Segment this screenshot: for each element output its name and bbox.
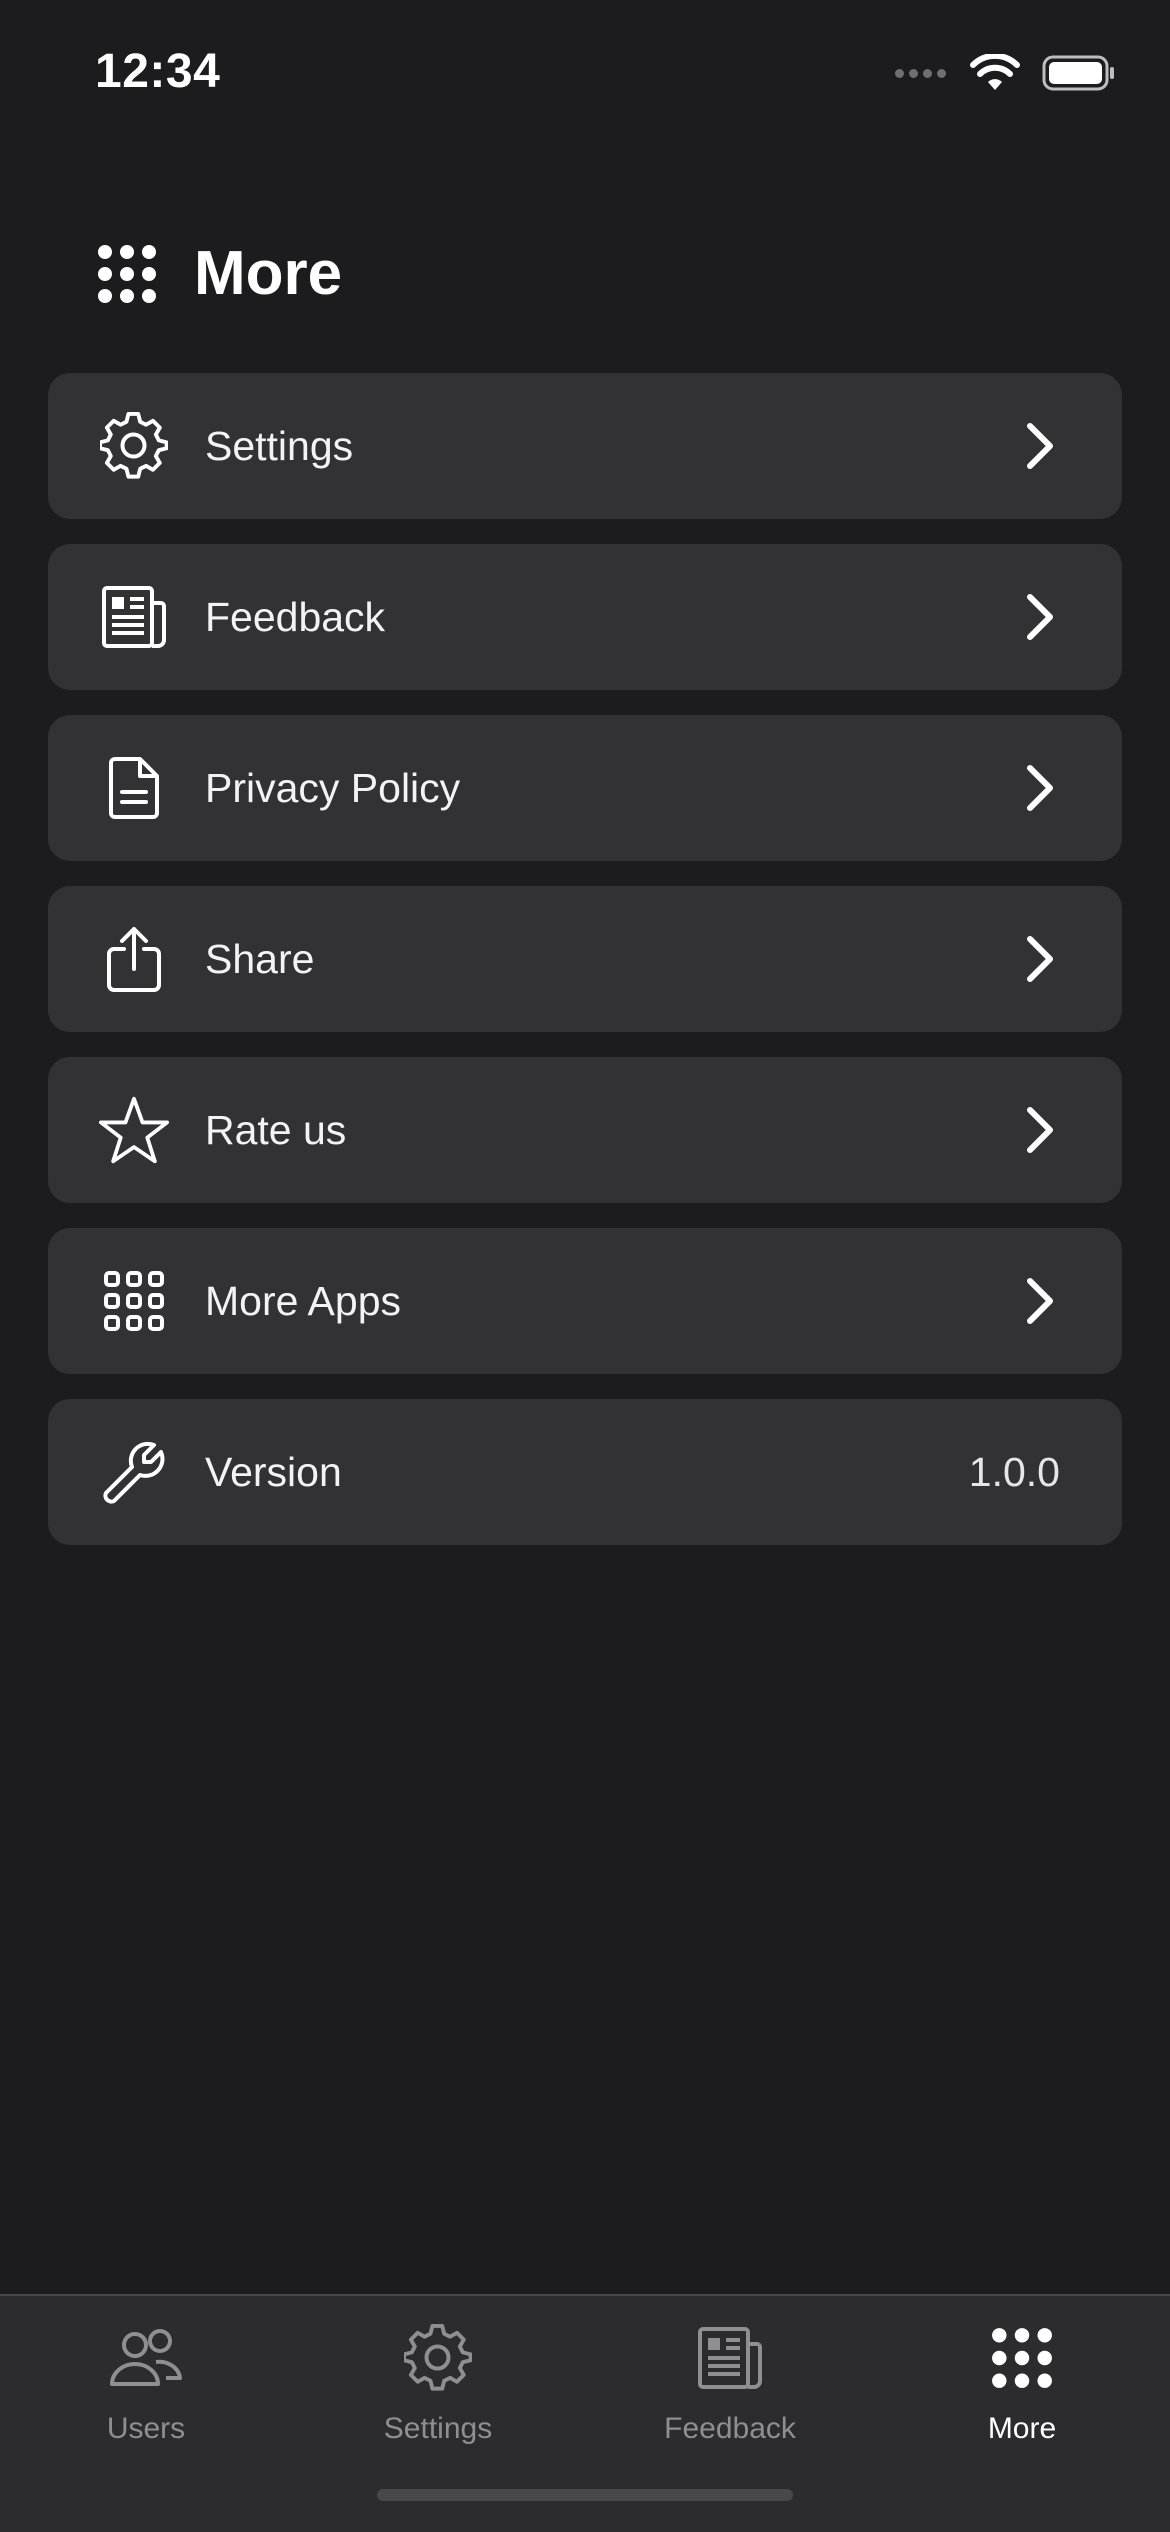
- menu-row-feedback[interactable]: Feedback: [48, 544, 1122, 690]
- battery-icon: [1042, 55, 1114, 91]
- menu-row-label: More Apps: [205, 1277, 401, 1324]
- home-indicator[interactable]: [377, 2489, 793, 2501]
- star-icon: [98, 1094, 170, 1166]
- tab-feedback[interactable]: Feedback: [584, 2296, 876, 2496]
- menu-row-label: Share: [205, 935, 315, 982]
- menu-row-version: Version 1.0.0: [48, 1399, 1122, 1545]
- apps-grid-icon: [98, 1265, 170, 1337]
- menu-row-privacy-policy[interactable]: Privacy Policy: [48, 715, 1122, 861]
- grid-dots-icon: [98, 244, 156, 303]
- menu-list: Settings Feedback Privacy Policy Share R…: [48, 373, 1122, 1570]
- document-icon: [98, 752, 170, 824]
- tab-settings[interactable]: Settings: [292, 2296, 584, 2496]
- users-icon: [108, 2318, 184, 2398]
- version-value: 1.0.0: [968, 1448, 1060, 1495]
- menu-row-label: Settings: [205, 422, 354, 469]
- status-bar: 12:34: [0, 0, 1170, 150]
- newspaper-icon: [98, 581, 170, 653]
- newspaper-icon: [697, 2318, 763, 2398]
- more-screen: 12:34 More Settings Feedback Privacy Pol…: [0, 0, 1170, 2532]
- grid-dots-icon: [990, 2318, 1054, 2398]
- chevron-right-icon: [1027, 594, 1053, 640]
- gear-icon: [404, 2318, 472, 2398]
- menu-row-label: Privacy Policy: [205, 764, 461, 811]
- share-icon: [98, 923, 170, 995]
- tab-label: Users: [106, 2412, 186, 2445]
- menu-row-share[interactable]: Share: [48, 886, 1122, 1032]
- tab-label: More: [987, 2412, 1057, 2445]
- status-icons: [895, 54, 1116, 92]
- tab-label: Feedback: [664, 2412, 796, 2445]
- cellular-signal-icon: [895, 68, 946, 78]
- menu-row-rate-us[interactable]: Rate us: [48, 1057, 1122, 1203]
- status-time: 12:34: [95, 45, 221, 98]
- page-header: More: [96, 238, 342, 309]
- tab-more[interactable]: More: [876, 2296, 1168, 2496]
- page-title: More: [194, 239, 343, 308]
- tab-label: Settings: [383, 2412, 493, 2445]
- gear-icon: [98, 410, 170, 482]
- chevron-right-icon: [1027, 765, 1053, 811]
- chevron-right-icon: [1027, 1278, 1053, 1324]
- wrench-icon: [98, 1436, 170, 1508]
- chevron-right-icon: [1027, 936, 1053, 982]
- menu-row-label: Feedback: [205, 593, 386, 640]
- menu-row-settings[interactable]: Settings: [48, 373, 1122, 519]
- menu-row-more-apps[interactable]: More Apps: [48, 1228, 1122, 1374]
- menu-row-label: Rate us: [205, 1106, 347, 1153]
- wifi-icon: [970, 54, 1020, 90]
- tab-users[interactable]: Users: [0, 2296, 292, 2496]
- chevron-right-icon: [1027, 1107, 1053, 1153]
- menu-row-label: Version: [205, 1448, 342, 1495]
- chevron-right-icon: [1027, 423, 1053, 469]
